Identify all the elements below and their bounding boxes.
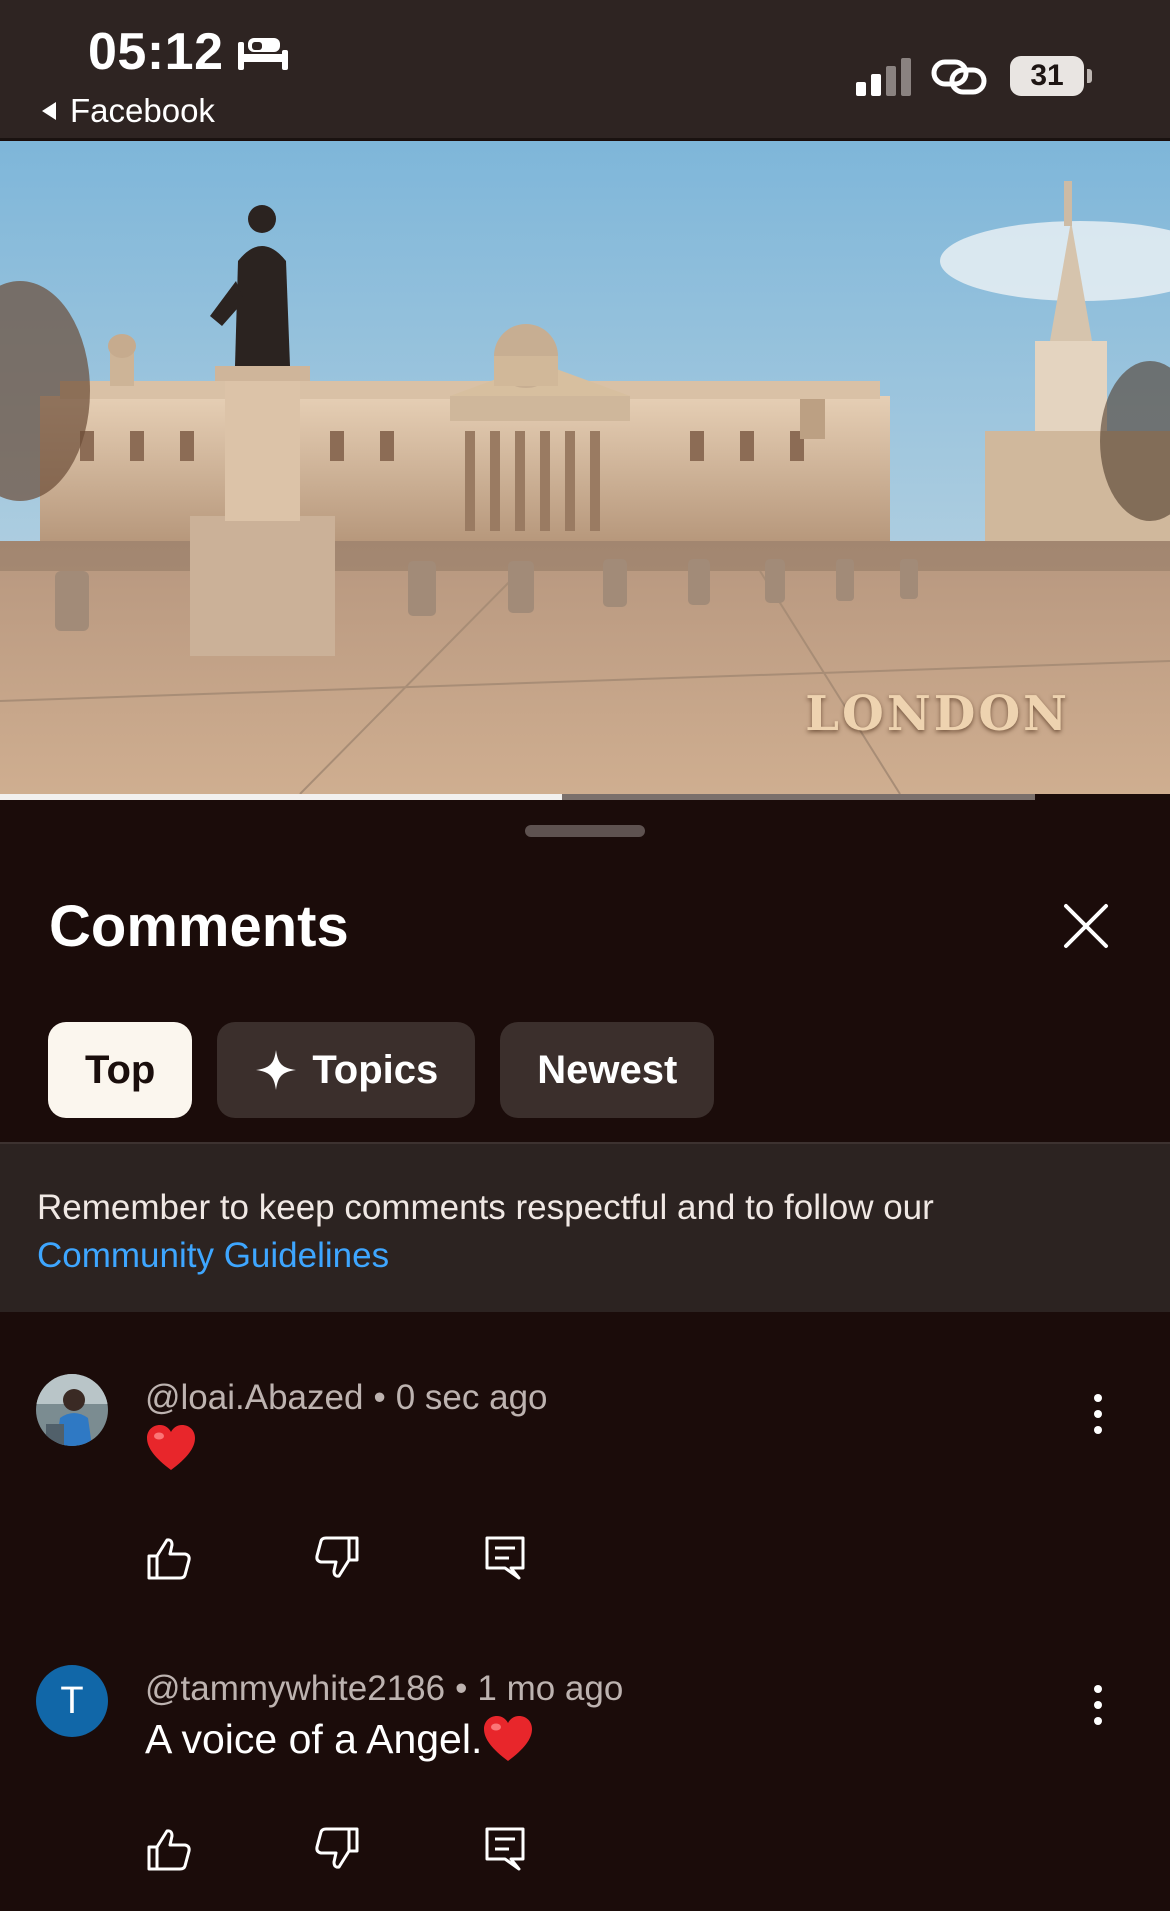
comment-item: @loai.Abazed • 0 sec ago [0, 1374, 1170, 1664]
avatar[interactable]: T [36, 1665, 108, 1737]
more-vert-icon[interactable] [1082, 1390, 1114, 1438]
thumb-up-icon [147, 1538, 191, 1580]
comment-filter-chips: Top Topics Newest [48, 1022, 715, 1118]
back-to-app-button[interactable]: Facebook [38, 92, 215, 130]
comment-actions [145, 1534, 649, 1586]
chip-topics[interactable]: Topics [217, 1022, 476, 1118]
like-button[interactable] [145, 1825, 313, 1877]
thumb-down-icon [315, 1536, 359, 1578]
status-time: 05:12 [88, 23, 224, 81]
like-button[interactable] [145, 1534, 313, 1586]
reply-button[interactable] [481, 1825, 649, 1877]
bed-icon [238, 38, 288, 70]
chip-top-label: Top [85, 1047, 156, 1092]
signal-icon [856, 58, 911, 96]
video-progress-fill [0, 794, 562, 800]
thumb-down-icon [315, 1827, 359, 1869]
chip-newest-label: Newest [537, 1047, 678, 1092]
battery-cap [1087, 69, 1092, 83]
comment-meta: @tammywhite2186 • 1 mo ago [145, 1669, 624, 1708]
avatar-letter: T [60, 1679, 84, 1722]
notice-text: Remember to keep comments respectful and… [37, 1188, 934, 1227]
more-vert-icon[interactable] [1082, 1681, 1114, 1729]
heart-emoji-icon [147, 1425, 195, 1470]
comment-author[interactable]: @loai.Abazed [145, 1378, 363, 1417]
video-caption: LONDON [805, 686, 1070, 742]
community-guidelines-link[interactable]: Community Guidelines [37, 1232, 1133, 1280]
dislike-button[interactable] [313, 1825, 481, 1877]
dislike-button[interactable] [313, 1534, 481, 1586]
comment-body: A voice of a Angel. [145, 1715, 483, 1762]
comment-text: A voice of a Angel. [145, 1715, 534, 1763]
comment-text [145, 1424, 197, 1472]
comment-author[interactable]: @tammywhite2186 [145, 1669, 445, 1708]
avatar[interactable] [36, 1374, 108, 1446]
comment-item: T @tammywhite2186 • 1 mo ago A voice of a … [0, 1665, 1170, 1911]
heart-emoji-icon [484, 1716, 533, 1761]
link-icon [931, 59, 987, 95]
comment-time: 0 sec ago [395, 1378, 548, 1417]
sparkle-icon [256, 1050, 297, 1090]
reply-button[interactable] [481, 1534, 649, 1586]
comment-meta: @loai.Abazed • 0 sec ago [145, 1378, 548, 1417]
thumb-up-icon [147, 1829, 191, 1871]
avatar-photo [36, 1374, 108, 1446]
guidelines-notice: Remember to keep comments respectful and… [0, 1144, 1170, 1312]
caret-left-icon [42, 102, 56, 120]
chip-newest[interactable]: Newest [500, 1022, 715, 1118]
back-app-label: Facebook [70, 92, 215, 129]
status-bar: 05:12 Facebook 31 [0, 0, 1170, 140]
chip-topics-label: Topics [312, 1047, 439, 1092]
comments-title: Comments [49, 894, 349, 959]
chip-top[interactable]: Top [48, 1022, 193, 1118]
video-player[interactable]: LONDON [0, 141, 1170, 794]
sheet-drag-handle[interactable] [525, 825, 645, 837]
battery-icon: 31 [1010, 56, 1092, 96]
reply-icon [485, 1827, 525, 1871]
comment-time: 1 mo ago [477, 1669, 624, 1708]
close-icon[interactable] [1060, 900, 1112, 952]
battery-level: 31 [1010, 56, 1084, 96]
reply-icon [485, 1536, 525, 1580]
comment-actions [145, 1825, 649, 1877]
